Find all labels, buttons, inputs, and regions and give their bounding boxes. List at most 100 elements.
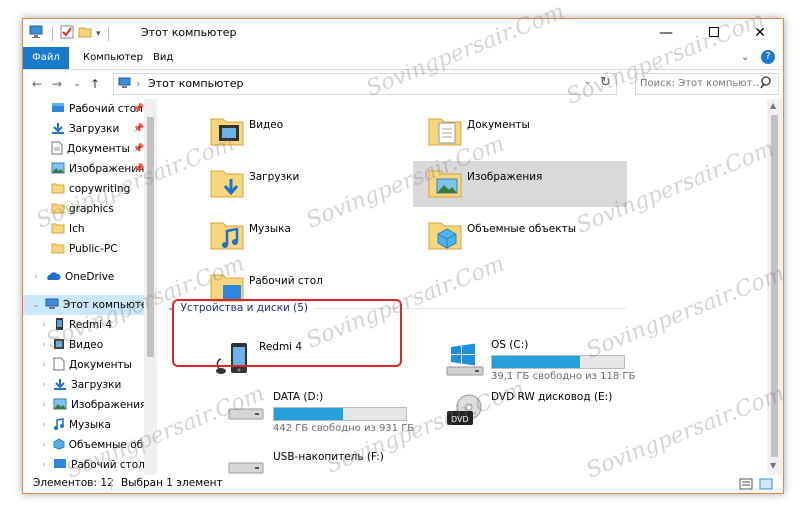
sidebar-item-pictures-2[interactable]: › Изображения [23,395,157,415]
sidebar-item-downloads[interactable]: Загрузки 📌 [23,119,157,139]
scroll-up-icon[interactable]: ▲ [770,101,776,110]
sidebar-item-music[interactable]: › Музыка [23,415,157,435]
explorer-window: ▾ Этот компьютер — ✕ Файл Компьютер Вид … [22,18,784,494]
tab-view[interactable]: Вид [145,47,181,69]
tab-file[interactable]: Файл [23,47,69,69]
search-input[interactable] [636,74,758,92]
music-icon [53,417,65,433]
chevron-right-icon[interactable]: › [39,320,49,330]
video-icon [53,338,65,353]
address-dropdown-icon[interactable]: ⌄ [584,77,592,87]
computer-icon[interactable] [29,25,45,42]
maximize-icon [709,25,719,41]
sidebar-item-ich[interactable]: Ich [23,219,157,239]
recent-locations-icon[interactable]: ⌄ [69,76,85,92]
selection-count: Выбран 1 элемент [121,477,223,489]
pin-icon[interactable]: 📌 [133,164,144,174]
content-scrollbar[interactable]: ▲ ▼ [767,99,782,475]
maximize-button[interactable] [691,19,737,47]
content-scrollbar-thumb[interactable] [771,115,778,457]
search-icon[interactable] [760,76,772,93]
folder-documents[interactable]: Документы [427,113,597,157]
sidebar-item-redmi[interactable]: › Redmi 4 [23,315,157,335]
sidebar-item-video[interactable]: › Видео [23,335,157,355]
refresh-icon[interactable]: ↻ [600,75,611,90]
tiles-view-icon[interactable] [759,478,773,493]
phone-icon [53,317,65,334]
chevron-right-icon[interactable]: › [39,360,49,370]
folder-3d-objects[interactable]: Объемные объекты [427,217,627,261]
chevron-right-icon[interactable]: › [39,440,49,450]
chevron-right-icon[interactable]: › [39,420,49,430]
customize-qat-icon[interactable]: ▾ [96,29,101,39]
documents-folder-icon [427,113,463,152]
search-box[interactable] [635,73,779,95]
up-arrow-icon[interactable]: ↑ [87,76,103,92]
nav-scrollbar[interactable] [144,99,157,475]
video-folder-icon [209,113,245,152]
chevron-down-icon[interactable]: ⌄ [31,300,41,310]
folder-icon [51,202,65,217]
help-icon[interactable]: ? [761,50,775,64]
sidebar-item-onedrive[interactable]: › OneDrive [23,267,157,287]
quick-access-toolbar: ▾ [29,25,112,42]
sidebar-item-graphics[interactable]: graphics [23,199,157,219]
sidebar-item-public-pc[interactable]: Public-PC [23,239,157,259]
sidebar-item-downloads-2[interactable]: › Загрузки [23,375,157,395]
computer-icon [118,77,132,92]
chevron-right-icon[interactable]: › [39,400,49,410]
pictures-icon [53,398,67,413]
downloads-icon [51,122,65,137]
drive-c[interactable]: OS (C:) 39,1 ГБ свободно из 118 ГБ [445,339,645,383]
expand-ribbon-icon[interactable]: ⌄ [741,52,749,63]
nav-scrollbar-thumb[interactable] [147,117,154,357]
computer-icon [45,298,59,313]
sidebar-item-documents-2[interactable]: › Документы [23,355,157,375]
folder-icon [51,242,65,257]
folder-icon [51,222,65,237]
sidebar-item-desktop-2[interactable]: › Рабочий стол [23,455,157,475]
close-button[interactable]: ✕ [737,19,783,47]
scroll-down-icon[interactable]: ▼ [770,461,776,470]
back-arrow-icon[interactable]: ← [29,76,45,92]
folder-icon [51,182,65,197]
sidebar-item-copywriting[interactable]: copywriting [23,179,157,199]
close-icon: ✕ [754,25,766,41]
properties-icon[interactable] [60,25,74,42]
chevron-right-icon[interactable]: › [39,380,49,390]
usb-drive-icon [227,459,267,475]
address-box[interactable]: › Этот компьютер ⌄ ↻ [113,73,617,95]
folder-pictures[interactable]: Изображения [413,161,627,207]
drive-f[interactable]: USB-накопитель (F:) [227,451,427,475]
sidebar-item-3d-objects[interactable]: › Объемные объе [23,435,157,455]
details-view-icon[interactable] [739,478,753,493]
title-bar: ▾ Этот компьютер — ✕ [23,19,783,47]
sidebar-item-pictures[interactable]: Изображения 📌 [23,159,157,179]
pin-icon[interactable]: 📌 [133,104,144,114]
navigation-pane: Рабочий стол 📌 Загрузки 📌 Документы 📌 Из… [23,99,157,475]
minimize-button[interactable]: — [643,19,689,47]
hdd-icon [227,403,267,428]
forward-arrow-icon[interactable]: → [49,76,65,92]
chevron-right-icon[interactable]: › [31,272,41,282]
drive-e[interactable]: DVD DVD RW дисковод (E:) [445,391,645,435]
drive-d[interactable]: DATA (D:) 442 ГБ свободно из 931 ГБ [227,391,427,435]
item-count: Элементов: 12 [33,477,114,489]
chevron-right-icon[interactable]: › [39,340,49,350]
3d-icon [53,437,65,453]
chevron-right-icon[interactable]: › [39,460,49,470]
pin-icon[interactable]: 📌 [133,124,144,134]
sidebar-item-documents[interactable]: Документы 📌 [23,139,157,159]
folder-video[interactable]: Видео [209,113,379,157]
new-folder-icon[interactable] [78,25,92,42]
dvd-drive-icon: DVD [445,393,487,432]
sidebar-item-desktop[interactable]: Рабочий стол 📌 [23,99,157,119]
pin-icon[interactable]: 📌 [133,144,144,154]
folder-downloads[interactable]: Загрузки [209,165,379,209]
music-folder-icon [209,217,245,256]
tab-computer[interactable]: Компьютер [75,47,151,69]
sidebar-item-this-pc[interactable]: ⌄ Этот компьютер [23,295,157,315]
folder-music[interactable]: Музыка [209,217,379,261]
desktop-icon [53,458,67,473]
downloads-icon [53,378,67,393]
